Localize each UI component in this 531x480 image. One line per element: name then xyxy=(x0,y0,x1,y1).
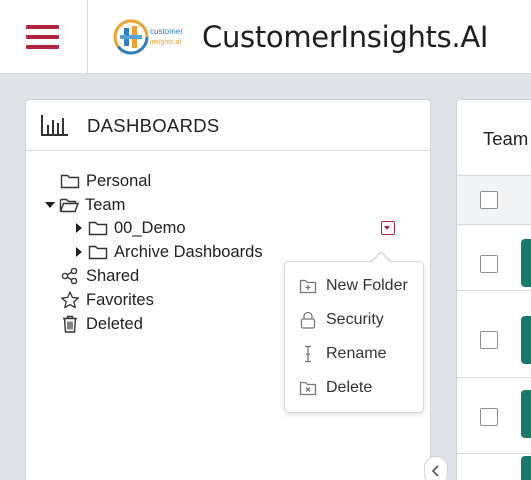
bar-chart-icon xyxy=(41,115,68,136)
star-icon xyxy=(61,291,79,309)
tree-item-label: Team xyxy=(85,195,126,214)
row-checkbox[interactable] xyxy=(480,408,498,426)
row-thumbnail[interactable] xyxy=(521,239,531,287)
folder-delete-icon xyxy=(299,381,317,396)
share-icon xyxy=(61,267,78,285)
svg-text:insights.ai: insights.ai xyxy=(150,39,182,46)
table-row xyxy=(457,290,531,377)
row-thumbnail[interactable] xyxy=(521,390,531,438)
team-panel: Team xyxy=(456,99,531,480)
caret-down-icon[interactable] xyxy=(45,199,55,211)
app-title: CustomerInsights.AI xyxy=(202,20,489,54)
table-row xyxy=(457,377,531,453)
tree-item-label: Shared xyxy=(86,266,140,285)
folder-icon xyxy=(60,174,80,189)
panel-title: DASHBOARDS xyxy=(87,115,220,136)
trash-icon xyxy=(63,315,77,333)
hamburger-menu-button[interactable] xyxy=(0,0,88,74)
tree-item-label: Archive Dashboards xyxy=(114,242,263,261)
hamburger-icon-bar xyxy=(26,45,59,49)
menu-item-security[interactable]: Security xyxy=(285,303,423,337)
tree-item-deleted[interactable]: Deleted xyxy=(60,313,143,335)
row-checkbox[interactable] xyxy=(480,331,498,349)
folder-options-dropdown-button[interactable] xyxy=(381,221,395,235)
folder-icon xyxy=(88,221,108,236)
menu-item-label: Delete xyxy=(326,379,373,396)
text-cursor-icon xyxy=(305,345,311,363)
tree-item-label: 00_Demo xyxy=(114,218,186,237)
tree-item-00-demo[interactable]: 00_Demo xyxy=(74,217,186,239)
menu-item-label: Security xyxy=(326,311,384,328)
menu-item-rename[interactable]: Rename xyxy=(285,337,423,371)
menu-item-new-folder[interactable]: New Folder xyxy=(285,269,423,303)
menu-item-label: New Folder xyxy=(326,277,408,294)
lock-icon xyxy=(300,311,316,329)
context-menu-arrow-inner xyxy=(371,253,391,263)
team-panel-title: Team xyxy=(483,128,529,149)
hamburger-icon xyxy=(26,25,59,29)
tree-item-label: Favorites xyxy=(86,290,154,309)
tree-item-label: Personal xyxy=(86,171,152,190)
row-thumbnail[interactable] xyxy=(521,316,531,364)
table-header-row xyxy=(457,175,531,224)
chevron-left-icon xyxy=(431,465,439,477)
dashboards-panel-header: DASHBOARDS xyxy=(26,100,430,151)
svg-text:customer: customer xyxy=(150,27,183,36)
collapse-panel-button[interactable] xyxy=(424,456,448,480)
row-checkbox[interactable] xyxy=(480,255,498,273)
tree-item-personal[interactable]: Personal xyxy=(60,170,151,192)
tree-item-shared[interactable]: Shared xyxy=(60,265,139,287)
tree-item-label: Deleted xyxy=(86,314,143,333)
folder-context-menu: New Folder Security Rename Delete xyxy=(284,261,424,413)
folder-open-icon xyxy=(59,198,79,213)
tree-item-favorites[interactable]: Favorites xyxy=(60,289,154,311)
top-bar: customer insights.ai CustomerInsights.AI xyxy=(0,0,531,74)
menu-item-delete[interactable]: Delete xyxy=(285,371,423,405)
menu-item-label: Rename xyxy=(326,345,387,362)
folder-icon xyxy=(88,245,108,260)
row-thumbnail[interactable] xyxy=(521,456,531,480)
tree-item-team[interactable]: Team xyxy=(45,194,125,216)
tree-item-archive-dashboards[interactable]: Archive Dashboards xyxy=(74,241,263,263)
caret-right-icon[interactable] xyxy=(74,222,84,234)
folder-plus-icon xyxy=(299,279,317,294)
caret-right-icon[interactable] xyxy=(74,246,84,258)
table-row xyxy=(457,224,531,290)
table-row xyxy=(457,453,531,480)
hamburger-icon-bar xyxy=(26,35,59,39)
logo: customer insights.ai xyxy=(112,16,190,58)
select-all-checkbox[interactable] xyxy=(480,191,498,209)
